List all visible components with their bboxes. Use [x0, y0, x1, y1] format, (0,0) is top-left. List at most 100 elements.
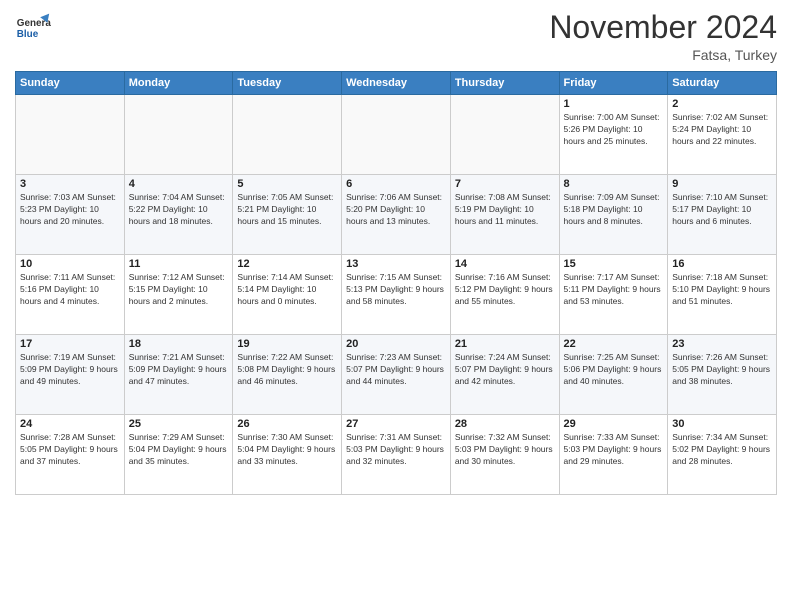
page-header: General Blue November 2024 Fatsa, Turkey [15, 10, 777, 63]
day-number: 21 [455, 338, 555, 350]
day-number: 29 [564, 418, 664, 430]
col-sunday: Sunday [16, 72, 125, 95]
day-info: Sunrise: 7:33 AM Sunset: 5:03 PM Dayligh… [564, 432, 664, 468]
table-row: 11Sunrise: 7:12 AM Sunset: 5:15 PM Dayli… [124, 255, 233, 335]
table-row: 15 Sunrise: 7:17 AM Sunset: 5:11 PM Dayli… [559, 255, 668, 335]
day-info: Sunrise: 7:03 AM Sunset: 5:23 PM Dayligh… [20, 192, 120, 228]
col-tuesday: Tuesday [233, 72, 342, 95]
day-info: Sunrise: 7:02 AM Sunset: 5:24 PM Dayligh… [672, 112, 772, 148]
calendar-week-row: 24 Sunrise: 7:28 AM Sunset: 5:05 PM Dayli… [16, 415, 777, 495]
day-number: 23 [672, 338, 772, 350]
day-info: Sunrise: 7:34 AM Sunset: 5:02 PM Dayligh… [672, 432, 772, 468]
table-row: 26Sunrise: 7:30 AM Sunset: 5:04 PM Dayli… [233, 415, 342, 495]
table-row: 7 Sunrise: 7:08 AM Sunset: 5:19 PM Daylig… [450, 175, 559, 255]
day-info: Sunrise: 7:06 AM Sunset: 5:20 PM Dayligh… [346, 192, 446, 228]
day-info: Sunrise: 7:25 AM Sunset: 5:06 PM Dayligh… [564, 352, 664, 388]
day-info: Sunrise: 7:22 AM Sunset: 5:08 PM Dayligh… [237, 352, 337, 388]
table-row: 4 Sunrise: 7:04 AM Sunset: 5:22 PM Daylig… [124, 175, 233, 255]
table-row: 14 Sunrise: 7:16 AM Sunset: 5:12 PM Dayli… [450, 255, 559, 335]
table-row [233, 95, 342, 175]
calendar-week-row: 17 Sunrise: 7:19 AM Sunset: 5:09 PM Dayli… [16, 335, 777, 415]
table-row: 6 Sunrise: 7:06 AM Sunset: 5:20 PM Daylig… [342, 175, 451, 255]
day-info: Sunrise: 7:00 AM Sunset: 5:26 PM Dayligh… [564, 112, 664, 148]
svg-text:Blue: Blue [17, 29, 39, 40]
col-saturday: Saturday [668, 72, 777, 95]
calendar-table: Sunday Monday Tuesday Wednesday Thursday… [15, 71, 777, 495]
day-number: 30 [672, 418, 772, 430]
day-number: 11 [129, 258, 229, 270]
day-number: 20 [346, 338, 446, 350]
col-monday: Monday [124, 72, 233, 95]
table-row: 1Sunrise: 7:00 AM Sunset: 5:26 PM Daylig… [559, 95, 668, 175]
day-number: 14 [455, 258, 555, 270]
table-row: 20 Sunrise: 7:23 AM Sunset: 5:07 PM Dayli… [342, 335, 451, 415]
day-number: 15 [564, 258, 664, 270]
table-row: 2 Sunrise: 7:02 AM Sunset: 5:24 PM Daylig… [668, 95, 777, 175]
day-number: 7 [455, 178, 555, 190]
table-row: 12Sunrise: 7:14 AM Sunset: 5:14 PM Dayli… [233, 255, 342, 335]
table-row: 29 Sunrise: 7:33 AM Sunset: 5:03 PM Dayli… [559, 415, 668, 495]
day-number: 8 [564, 178, 664, 190]
day-number: 16 [672, 258, 772, 270]
day-info: Sunrise: 7:05 AM Sunset: 5:21 PM Dayligh… [237, 192, 337, 228]
day-number: 3 [20, 178, 120, 190]
day-number: 2 [672, 98, 772, 110]
table-row: 22 Sunrise: 7:25 AM Sunset: 5:06 PM Dayli… [559, 335, 668, 415]
day-number: 5 [237, 178, 337, 190]
table-row: 3 Sunrise: 7:03 AM Sunset: 5:23 PM Daylig… [16, 175, 125, 255]
day-info: Sunrise: 7:28 AM Sunset: 5:05 PM Dayligh… [20, 432, 120, 468]
table-row: 21Sunrise: 7:24 AM Sunset: 5:07 PM Dayli… [450, 335, 559, 415]
table-row: 5 Sunrise: 7:05 AM Sunset: 5:21 PM Daylig… [233, 175, 342, 255]
day-info: Sunrise: 7:08 AM Sunset: 5:19 PM Dayligh… [455, 192, 555, 228]
day-number: 13 [346, 258, 446, 270]
table-row: 10 Sunrise: 7:11 AM Sunset: 5:16 PM Dayli… [16, 255, 125, 335]
day-number: 19 [237, 338, 337, 350]
table-row: 24 Sunrise: 7:28 AM Sunset: 5:05 PM Dayli… [16, 415, 125, 495]
day-number: 10 [20, 258, 120, 270]
table-row: 18 Sunrise: 7:21 AM Sunset: 5:09 PM Dayli… [124, 335, 233, 415]
day-info: Sunrise: 7:29 AM Sunset: 5:04 PM Dayligh… [129, 432, 229, 468]
day-number: 26 [237, 418, 337, 430]
day-info: Sunrise: 7:11 AM Sunset: 5:16 PM Dayligh… [20, 272, 120, 308]
day-info: Sunrise: 7:16 AM Sunset: 5:12 PM Dayligh… [455, 272, 555, 308]
day-info: Sunrise: 7:21 AM Sunset: 5:09 PM Dayligh… [129, 352, 229, 388]
logo: General Blue [15, 10, 55, 46]
table-row: 25 Sunrise: 7:29 AM Sunset: 5:04 PM Dayli… [124, 415, 233, 495]
day-number: 4 [129, 178, 229, 190]
day-number: 6 [346, 178, 446, 190]
day-number: 24 [20, 418, 120, 430]
table-row [124, 95, 233, 175]
table-row: 17 Sunrise: 7:19 AM Sunset: 5:09 PM Dayli… [16, 335, 125, 415]
day-info: Sunrise: 7:18 AM Sunset: 5:10 PM Dayligh… [672, 272, 772, 308]
title-area: November 2024 Fatsa, Turkey [549, 10, 777, 63]
day-info: Sunrise: 7:09 AM Sunset: 5:18 PM Dayligh… [564, 192, 664, 228]
day-number: 28 [455, 418, 555, 430]
day-number: 17 [20, 338, 120, 350]
day-number: 27 [346, 418, 446, 430]
table-row: 23 Sunrise: 7:26 AM Sunset: 5:05 PM Dayli… [668, 335, 777, 415]
logo-icon: General Blue [15, 10, 51, 46]
table-row: 19 Sunrise: 7:22 AM Sunset: 5:08 PM Dayli… [233, 335, 342, 415]
col-thursday: Thursday [450, 72, 559, 95]
day-info: Sunrise: 7:26 AM Sunset: 5:05 PM Dayligh… [672, 352, 772, 388]
day-info: Sunrise: 7:23 AM Sunset: 5:07 PM Dayligh… [346, 352, 446, 388]
day-number: 22 [564, 338, 664, 350]
day-number: 25 [129, 418, 229, 430]
table-row: 8 Sunrise: 7:09 AM Sunset: 5:18 PM Daylig… [559, 175, 668, 255]
day-info: Sunrise: 7:31 AM Sunset: 5:03 PM Dayligh… [346, 432, 446, 468]
col-wednesday: Wednesday [342, 72, 451, 95]
day-info: Sunrise: 7:10 AM Sunset: 5:17 PM Dayligh… [672, 192, 772, 228]
day-info: Sunrise: 7:17 AM Sunset: 5:11 PM Dayligh… [564, 272, 664, 308]
day-number: 18 [129, 338, 229, 350]
day-info: Sunrise: 7:14 AM Sunset: 5:14 PM Dayligh… [237, 272, 337, 308]
day-number: 9 [672, 178, 772, 190]
calendar-week-row: 3 Sunrise: 7:03 AM Sunset: 5:23 PM Daylig… [16, 175, 777, 255]
table-row: 27 Sunrise: 7:31 AM Sunset: 5:03 PM Dayli… [342, 415, 451, 495]
table-row [450, 95, 559, 175]
table-row: 9 Sunrise: 7:10 AM Sunset: 5:17 PM Daylig… [668, 175, 777, 255]
table-row [342, 95, 451, 175]
day-info: Sunrise: 7:19 AM Sunset: 5:09 PM Dayligh… [20, 352, 120, 388]
day-info: Sunrise: 7:04 AM Sunset: 5:22 PM Dayligh… [129, 192, 229, 228]
table-row: 28Sunrise: 7:32 AM Sunset: 5:03 PM Dayli… [450, 415, 559, 495]
table-row [16, 95, 125, 175]
